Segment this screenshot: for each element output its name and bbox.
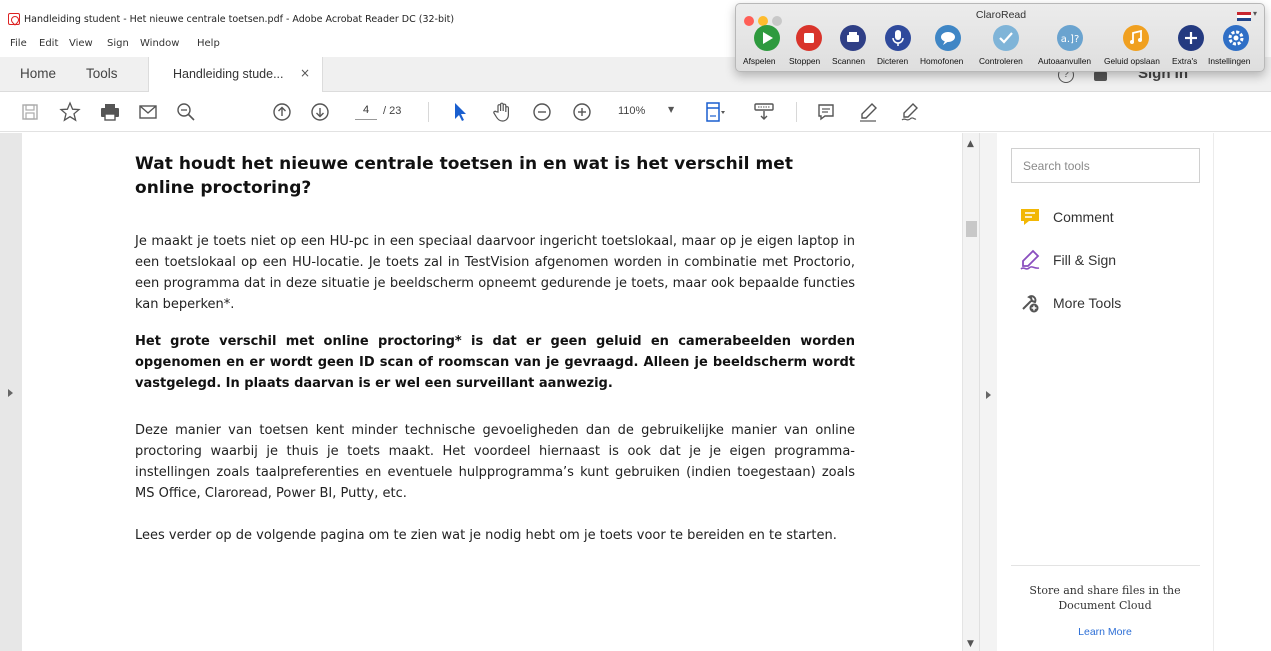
autocomplete-icon: a.]?: [1056, 24, 1084, 52]
extras-icon: [1177, 24, 1205, 52]
tab-document-label: Handleiding stude...: [173, 67, 284, 81]
cloud-text-line2: Document Cloud: [1058, 599, 1152, 612]
document-paragraph: Je maakt je toets niet op een HU-pc in e…: [135, 234, 855, 312]
claro-scan-label: Scannen: [832, 56, 866, 66]
acrobat-window: Handleiding student - Het nieuwe central…: [0, 0, 1271, 651]
dutch-flag-icon[interactable]: [1237, 12, 1251, 21]
email-icon[interactable]: [136, 100, 160, 124]
page-down-icon[interactable]: [308, 100, 332, 124]
tools-pane: Search tools Comment Fill & Sign More To…: [997, 133, 1213, 651]
left-panel-toggle[interactable]: [0, 133, 22, 651]
zoom-out-icon[interactable]: [530, 100, 554, 124]
zoom-level-select[interactable]: 110%: [618, 105, 645, 117]
search-zoom-icon[interactable]: [174, 100, 198, 124]
bookmark-star-icon[interactable]: [58, 100, 82, 124]
claro-check-label: Controleren: [979, 56, 1023, 66]
menu-window[interactable]: Window: [140, 38, 179, 49]
search-tools-input[interactable]: Search tools: [1011, 148, 1200, 183]
tool-comment-label: Comment: [1053, 209, 1114, 225]
comment-icon[interactable]: [814, 100, 838, 124]
microphone-icon: [884, 24, 912, 52]
print-icon[interactable]: [98, 100, 122, 124]
save-audio-icon: [1122, 24, 1150, 52]
search-tools-placeholder: Search tools: [1023, 159, 1090, 173]
window-title: Handleiding student - Het nieuwe central…: [24, 14, 455, 25]
claro-autocomplete-label: Autoaanvullen: [1038, 56, 1092, 66]
save-icon[interactable]: [18, 100, 42, 124]
tab-tools[interactable]: Tools: [86, 66, 118, 81]
menu-edit[interactable]: Edit: [39, 38, 58, 49]
stop-icon: [795, 24, 823, 52]
page-up-icon[interactable]: [270, 100, 294, 124]
expand-left-panel-icon[interactable]: [8, 389, 13, 397]
claro-extras-label: Extra's: [1172, 56, 1198, 66]
document-scrollbar[interactable]: ▲ ▼: [962, 133, 979, 651]
fit-page-icon[interactable]: [702, 100, 726, 124]
more-tools-icon: [1022, 295, 1039, 313]
zoom-in-icon[interactable]: [570, 100, 594, 124]
claro-homophones-label: Homofonen: [920, 56, 964, 66]
menu-file[interactable]: File: [10, 38, 27, 49]
hand-icon[interactable]: [490, 100, 514, 124]
acrobat-logo-icon: [8, 13, 20, 25]
close-tab-icon[interactable]: ×: [300, 66, 310, 80]
claro-settings-label: Instellingen: [1208, 56, 1251, 66]
toolbar-divider: [428, 102, 429, 122]
learn-more-link[interactable]: Learn More: [997, 626, 1213, 638]
toolbar-divider: [796, 102, 797, 122]
tab-home[interactable]: Home: [20, 66, 56, 81]
play-icon: [753, 24, 781, 52]
collapse-tools-pane-icon[interactable]: [986, 391, 991, 399]
select-arrow-icon[interactable]: [448, 100, 472, 124]
language-dropdown-icon[interactable]: ▾: [1253, 9, 1257, 18]
homophones-icon: [934, 24, 962, 52]
claro-play-label: Afspelen: [743, 56, 776, 66]
gear-icon: [1222, 24, 1250, 52]
svg-text:a.]?: a.]?: [1061, 34, 1080, 45]
tool-fill-sign-label: Fill & Sign: [1053, 252, 1117, 268]
menu-view[interactable]: View: [69, 38, 93, 49]
scroll-down-icon[interactable]: ▼: [967, 639, 974, 649]
claro-dictate-label: Dicteren: [877, 56, 909, 66]
document-paragraph-bold: Het grote verschil met online proctoring…: [135, 334, 855, 391]
tab-document[interactable]: Handleiding stude... ×: [148, 57, 323, 92]
tools-pane-toggle[interactable]: [979, 133, 997, 651]
zoom-dropdown-caret-icon[interactable]: ▼: [668, 105, 674, 114]
menu-help[interactable]: Help: [197, 38, 220, 49]
claroread-title: ClaroRead: [975, 9, 1027, 21]
scrollbar-thumb[interactable]: [966, 221, 977, 237]
cloud-text-line1: Store and share files in the: [1029, 584, 1181, 597]
fill-sign-tool-icon: [1020, 249, 1040, 270]
main-toolbar: 4 / 23 110% ▼: [0, 92, 1271, 132]
right-margin: [1213, 133, 1271, 651]
page-total-label: / 23: [383, 105, 402, 117]
claro-save-audio-label: Geluid opslaan: [1104, 56, 1160, 66]
claro-stop-label: Stoppen: [789, 56, 821, 66]
scroll-up-icon[interactable]: ▲: [967, 139, 974, 149]
highlight-pen-icon[interactable]: [856, 100, 880, 124]
page-number-input[interactable]: 4: [355, 104, 377, 120]
sign-icon[interactable]: [898, 100, 922, 124]
document-cloud-message: Store and share files in the Document Cl…: [997, 583, 1213, 613]
tool-more-tools-label: More Tools: [1053, 295, 1122, 311]
claroread-window: ClaroRead ▾ Afspelen Stoppen Scannen Dic…: [735, 3, 1265, 72]
document-paragraph: Deze manier van toetsen kent minder tech…: [135, 423, 855, 501]
scan-icon: [839, 24, 867, 52]
menu-sign[interactable]: Sign: [107, 38, 129, 49]
document-paragraph: Lees verder op de volgende pagina om te …: [135, 528, 837, 543]
spellcheck-icon: [992, 24, 1020, 52]
read-mode-icon[interactable]: [752, 100, 776, 124]
comment-tool-icon: [1021, 209, 1039, 225]
divider: [1011, 565, 1200, 566]
document-heading: Wat houdt het nieuwe centrale toetsen in…: [135, 154, 793, 198]
